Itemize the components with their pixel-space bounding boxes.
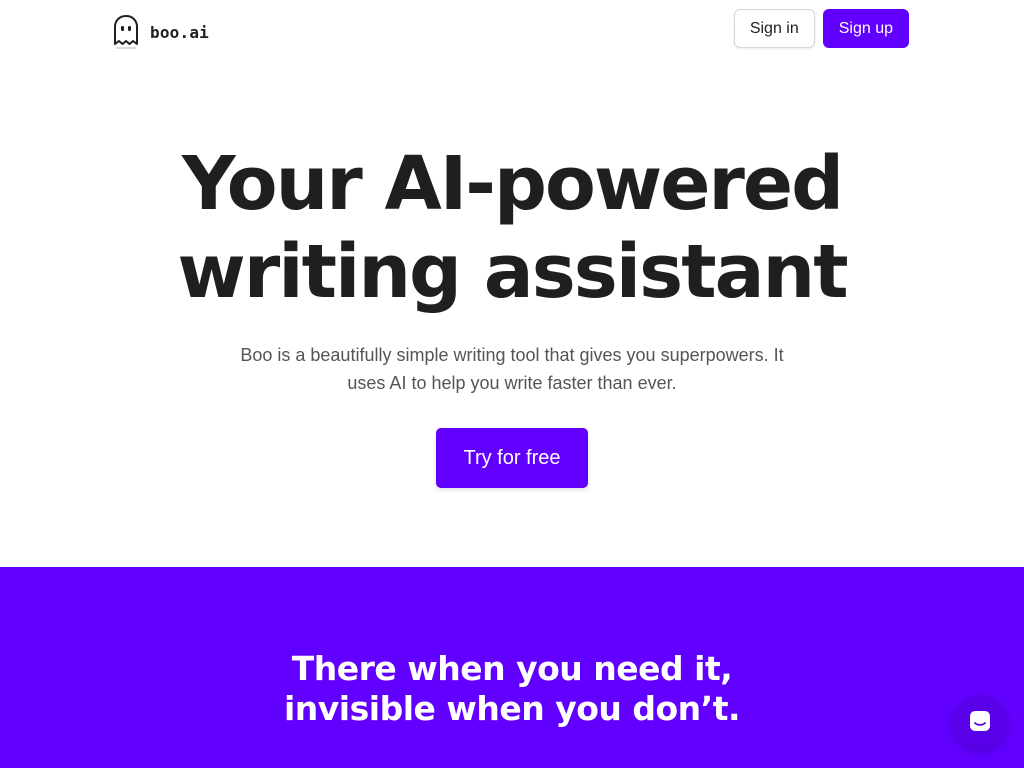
feature-band-title-line-1: There when you need it, [291, 649, 733, 688]
chat-bubble-icon [968, 709, 992, 738]
site-header: boo.ai Sign in Sign up [0, 0, 1024, 58]
hero-title-line-1: Your AI-powered [181, 141, 844, 227]
feature-band: There when you need it, invisible when y… [0, 567, 1024, 768]
hero-subtitle-line-2: uses AI to help you write faster than ev… [347, 373, 677, 393]
logo[interactable]: boo.ai [112, 14, 209, 50]
ghost-icon [112, 14, 140, 50]
hero-title-line-2: writing assistant [177, 229, 848, 315]
feature-band-title-line-2: invisible when you don’t. [283, 689, 741, 728]
sign-up-button[interactable]: Sign up [822, 9, 909, 48]
sign-in-button[interactable]: Sign in [733, 9, 815, 48]
chat-launcher-button[interactable] [953, 696, 1007, 750]
header-nav: Sign in Sign up [733, 9, 909, 48]
hero-title: Your AI-powered writing assistant [0, 140, 1024, 316]
logo-text: boo.ai [150, 22, 209, 42]
feature-band-title: There when you need it, invisible when y… [0, 649, 1024, 729]
hero-subtitle: Boo is a beautifully simple writing tool… [222, 341, 802, 397]
try-for-free-button[interactable]: Try for free [436, 428, 588, 488]
hero-subtitle-line-1: Boo is a beautifully simple writing tool… [240, 345, 784, 365]
